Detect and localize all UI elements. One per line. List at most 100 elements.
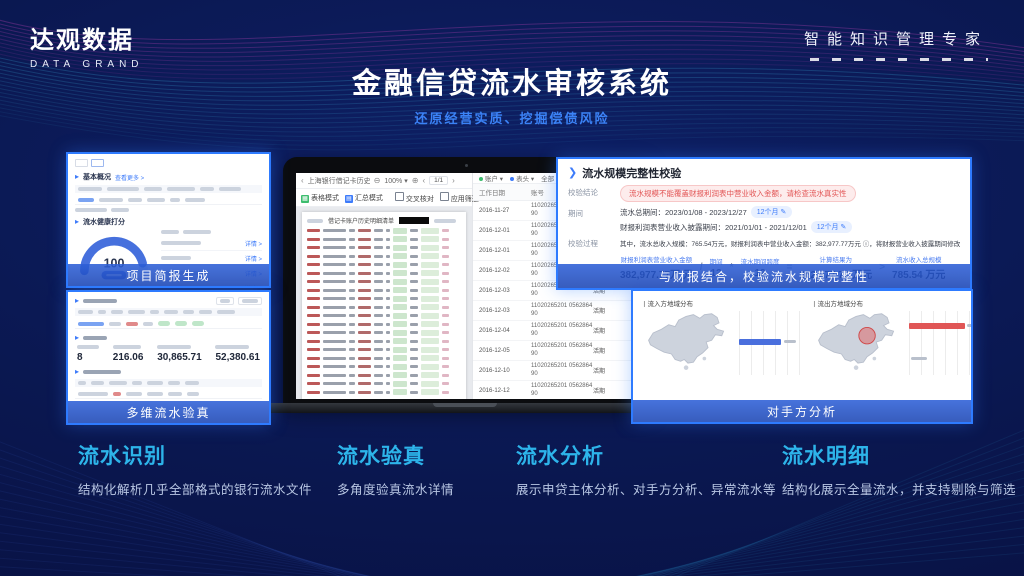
feature-desc: 结构化展示全量流水，并支持剔除与筛选 [782, 479, 1016, 498]
table-row[interactable]: 2016-12-1211020265201 056286490活期 [473, 381, 633, 399]
caret-icon: ▸ [75, 334, 79, 342]
value-placeholder [967, 324, 973, 327]
text-placeholder [183, 230, 211, 234]
status-badge [192, 321, 204, 326]
viewer-toolbar: ‹ 上海银行借记卡历史明细查... ⊖ 100% ▾ ⊕ ‹ 1/1 › [296, 173, 472, 189]
statement-row [307, 270, 461, 276]
prev-page-icon[interactable]: ‹ [422, 176, 425, 185]
stat-value: 52,380.61 [215, 352, 260, 363]
statement-row [307, 245, 461, 251]
text-placeholder [98, 310, 106, 314]
statement-row [307, 321, 461, 327]
document-area: 借记卡账户历史明细清单 [296, 207, 472, 399]
apply-filter-icon [440, 192, 449, 201]
inflow-geo-block: 丨流入方地域分布 [641, 298, 801, 375]
feature-verification: 流水验真 多角度验真流水详情 [337, 440, 454, 498]
table-row[interactable] [75, 319, 262, 329]
cross-check-button[interactable]: 交叉核对 [395, 192, 434, 204]
text-placeholder [128, 310, 145, 314]
page-subtitle: 还原经营实质、挖掘偿债风险 [0, 108, 1024, 127]
period-tag[interactable]: 12个月 ✎ [751, 206, 793, 218]
section-title: 基本概况 [83, 172, 111, 182]
stat-value: 216.06 [113, 352, 144, 363]
mini-tabs[interactable] [75, 159, 262, 167]
statement-row [307, 262, 461, 268]
scan-header: 借记卡账户历史明细清单 [307, 216, 461, 225]
panel-caption: 与财报结合，校验流水规模完整性 [558, 264, 970, 288]
statement-row [307, 287, 461, 293]
chart-title: 丨流出方地域分布 [811, 298, 971, 308]
text-placeholder [168, 381, 180, 385]
header-filter[interactable]: 表头 ▾ [510, 173, 534, 183]
scan-rows [307, 228, 461, 396]
back-icon[interactable]: ‹ [301, 176, 304, 185]
table-row[interactable]: 2016-12-0511020265201 056286490活期 [473, 341, 633, 361]
text-placeholder [199, 310, 212, 314]
pagination-placeholder [75, 208, 262, 212]
zoom-out-icon[interactable]: ⊖ [374, 176, 381, 185]
text-placeholder [161, 230, 179, 234]
status-badge [175, 321, 187, 326]
text-placeholder [147, 381, 163, 385]
feature-desc: 展示申贷主体分析、对手方分析、异常流水等 [516, 479, 776, 498]
link-placeholder[interactable] [78, 198, 94, 202]
mode-table-button[interactable]: ▦ 表格模式 [301, 193, 339, 203]
mini-button[interactable] [238, 297, 262, 305]
integrity-title: ❯ 流水规模完整性校验 [568, 165, 960, 181]
caret-icon: ▸ [75, 173, 79, 181]
table-row[interactable] [75, 196, 262, 205]
bar [909, 323, 965, 329]
stat-value: 8 [77, 352, 99, 363]
statement-row [307, 381, 461, 387]
process-text: 其中，流水总收入规模：765.54万元，财报利润表中营业收入金额：382,977… [620, 236, 960, 248]
table-row[interactable]: 2016-12-1011020265201 056286490活期 [473, 361, 633, 381]
zoom-select[interactable]: 100% ▾ [384, 177, 407, 185]
scan-title: 借记卡账户历史明细清单 [328, 216, 394, 225]
statement-row [307, 364, 461, 370]
table-row[interactable]: 2016-12-0311020265201 056286490活期 [473, 301, 633, 321]
mode-summary-button[interactable]: ▤ 汇总模式 [345, 193, 383, 203]
text-placeholder [144, 187, 162, 191]
cross-check-icon [395, 192, 404, 201]
table-row[interactable] [75, 390, 262, 399]
table-row[interactable]: 2016-12-0411020265201 056286490活期 [473, 321, 633, 341]
doc-title: 上海银行借记卡历史明细查... [308, 176, 370, 186]
mini-button[interactable] [216, 297, 234, 305]
period-line: 财报利润表营业收入披露期间：2021/01/01 - 2021/12/01 12… [620, 221, 852, 233]
text-placeholder [185, 381, 199, 385]
zoom-in-icon[interactable]: ⊕ [412, 176, 419, 185]
text-placeholder [217, 310, 235, 314]
more-link[interactable]: 查看更多 > [115, 173, 144, 182]
list-header [161, 230, 262, 234]
panel-caption: 对手方分析 [633, 400, 971, 422]
period-line: 流水总期间：2023/01/08 - 2023/12/27 12个月 ✎ [620, 206, 852, 218]
next-page-icon[interactable]: › [452, 176, 455, 185]
mini-table-header [75, 379, 262, 387]
statement-row [307, 313, 461, 319]
account-filter[interactable]: 账户 ▾ [479, 173, 503, 183]
process-label: 校验过程 [568, 236, 612, 249]
period-label: 期间 [568, 206, 612, 219]
text-placeholder [78, 381, 86, 385]
status-dot-icon [479, 177, 483, 181]
statement-row [307, 279, 461, 285]
list-item[interactable]: 详情 > [161, 236, 262, 251]
value-placeholder [911, 357, 927, 360]
conclusion-label: 校验结论 [568, 185, 612, 198]
statement-row [307, 372, 461, 378]
text-placeholder [164, 310, 178, 314]
feature-title: 流水分析 [516, 440, 776, 470]
page-title: 金融信贷流水审核系统 [0, 60, 1024, 102]
text-placeholder [78, 310, 93, 314]
feature-desc: 结构化解析几乎全部格式的银行流水文件 [78, 479, 312, 498]
section-title: 流水健康打分 [83, 217, 125, 227]
feature-recognition: 流水识别 结构化解析几乎全部格式的银行流水文件 [78, 440, 312, 498]
tagline-text: 智能知识管理专家 [804, 28, 988, 49]
detail-link[interactable]: 详情 > [245, 239, 262, 248]
period-tag[interactable]: 12个月 ✎ [811, 221, 853, 233]
statement-row [307, 236, 461, 242]
detail-link[interactable]: 详情 > [245, 254, 262, 263]
text-placeholder [167, 187, 195, 191]
caret-icon: ▸ [75, 297, 79, 305]
camera-dot [465, 164, 468, 167]
